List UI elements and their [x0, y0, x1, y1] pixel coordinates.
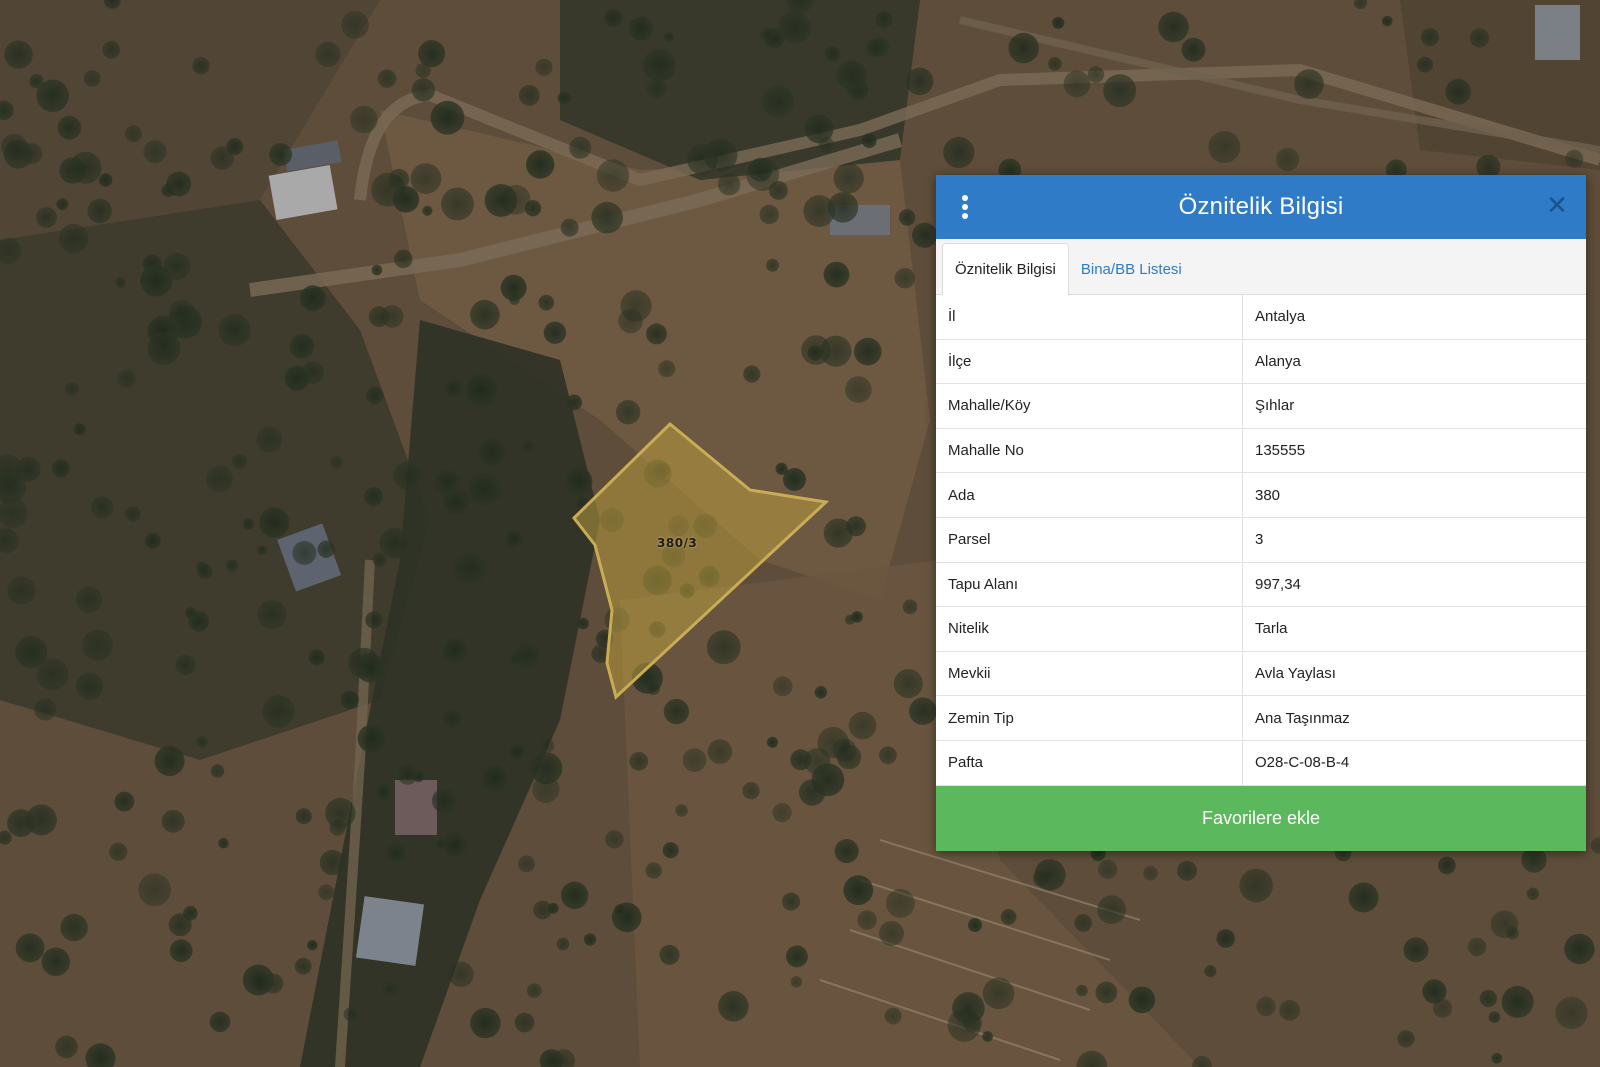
table-row: Zemin Tip Ana Taşınmaz [936, 695, 1586, 741]
attribute-value: 380 [1242, 472, 1586, 518]
table-row: İl Antalya [936, 295, 1586, 340]
attribute-table: İl Antalya İlçe Alanya Mahalle/Köy Şıhlar Maha… [936, 295, 1586, 786]
table-row: Mahalle/Köy Şıhlar [936, 383, 1586, 429]
vertical-ellipsis-icon[interactable] [958, 195, 972, 219]
add-to-favorites-button[interactable]: Favorilere ekle [936, 785, 1586, 851]
attribute-value: 3 [1242, 517, 1586, 563]
table-row: Ada 380 [936, 472, 1586, 518]
attribute-key: Parsel [936, 517, 1243, 563]
attribute-key: Mahalle No [936, 428, 1243, 474]
attribute-key: İl [936, 295, 1243, 340]
table-row: Parsel 3 [936, 517, 1586, 563]
close-icon[interactable]: ✕ [1544, 193, 1570, 219]
tab-attribute-info[interactable]: Öznitelik Bilgisi [942, 243, 1069, 295]
attribute-value: O28-C-08-B-4 [1242, 740, 1586, 786]
table-row: Pafta O28-C-08-B-4 [936, 740, 1586, 786]
attribute-value: Alanya [1242, 339, 1586, 385]
table-row: Nitelik Tarla [936, 606, 1586, 652]
table-row: Tapu Alanı 997,34 [936, 562, 1586, 608]
attribute-value: 997,34 [1242, 562, 1586, 608]
tab-bar: Öznitelik Bilgisi Bina/BB Listesi [936, 239, 1586, 295]
attribute-key: Mevkii [936, 651, 1243, 697]
attribute-key: Pafta [936, 740, 1243, 786]
attribute-value: 135555 [1242, 428, 1586, 474]
table-row: Mahalle No 135555 [936, 428, 1586, 474]
attribute-key: Tapu Alanı [936, 562, 1243, 608]
parcel-label: 380/3 [657, 536, 698, 550]
panel-title: Öznitelik Bilgisi [1178, 193, 1344, 220]
attribute-key: Mahalle/Köy [936, 383, 1243, 429]
panel-header: Öznitelik Bilgisi ✕ [936, 175, 1586, 239]
table-row: Mevkii Avla Yaylası [936, 651, 1586, 697]
attribute-key: İlçe [936, 339, 1243, 385]
attribute-value: Avla Yaylası [1242, 651, 1586, 697]
attribute-value: Antalya [1242, 295, 1586, 340]
attribute-info-panel: Öznitelik Bilgisi ✕ Öznitelik Bilgisi Bi… [936, 175, 1586, 851]
attribute-key: Ada [936, 472, 1243, 518]
attribute-key: Zemin Tip [936, 695, 1243, 741]
attribute-value: Ana Taşınmaz [1242, 695, 1586, 741]
attribute-value: Tarla [1242, 606, 1586, 652]
table-row: İlçe Alanya [936, 339, 1586, 385]
tab-building-list[interactable]: Bina/BB Listesi [1069, 244, 1194, 294]
attribute-key: Nitelik [936, 606, 1243, 652]
attribute-value: Şıhlar [1242, 383, 1586, 429]
